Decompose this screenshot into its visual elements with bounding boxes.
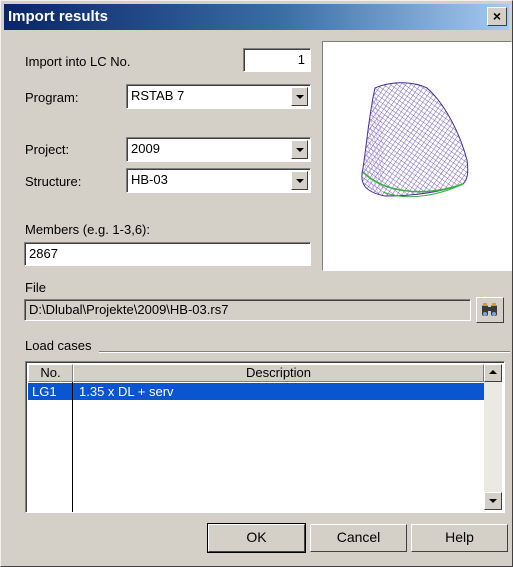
table-row[interactable]: LG1 1.35 x DL + serv [28,383,484,400]
members-label: Members (e.g. 1-3,6): [25,222,150,237]
binoculars-icon [482,303,497,316]
column-header-no[interactable]: No. [28,364,73,382]
members-input[interactable]: 2867 [24,242,311,266]
members-value: 2867 [29,246,58,261]
vertical-scrollbar[interactable] [484,364,502,510]
help-button[interactable]: Help [411,524,508,552]
scroll-up-icon[interactable] [484,364,502,382]
structure-select[interactable]: HB-03 [126,168,311,193]
column-divider [72,382,73,512]
scroll-down-icon[interactable] [484,492,502,510]
close-icon: × [492,8,502,24]
file-path-value: D:\Dlubal\Projekte\2009\HB-03.rs7 [29,302,229,317]
file-path-field: D:\Dlubal\Projekte\2009\HB-03.rs7 [24,299,471,321]
chevron-down-icon[interactable] [291,140,308,159]
window-title: Import results [8,8,109,25]
program-value: RSTAB 7 [131,88,185,103]
chevron-down-icon[interactable] [291,171,308,190]
load-cases-table[interactable]: No. Description LG1 1.35 x DL + serv [25,361,505,513]
import-into-lc-label: Import into LC No. [25,54,131,69]
project-label: Project: [25,142,70,157]
file-label: File [25,280,46,295]
column-header-description[interactable]: Description [73,364,484,382]
structure-mesh-image [361,82,469,198]
import-results-dialog: Import results × Import into LC No. 1 Pr… [0,0,513,567]
program-select[interactable]: RSTAB 7 [126,84,311,109]
ok-button[interactable]: OK [207,523,306,553]
program-label: Program: [25,90,79,105]
browse-file-button[interactable] [476,297,504,323]
structure-value: HB-03 [131,172,168,187]
load-cases-label: Load cases [25,338,92,353]
structure-preview [322,41,512,271]
lc-number-value: 1 [297,52,305,67]
structure-label: Structure: [25,174,82,189]
row-description: 1.35 x DL + serv [79,384,174,399]
cancel-button[interactable]: Cancel [310,524,407,552]
project-select[interactable]: 2009 [126,137,311,162]
project-value: 2009 [131,141,160,156]
title-bar[interactable]: Import results × [4,4,509,30]
chevron-down-icon[interactable] [291,87,308,106]
row-no: LG1 [32,384,57,399]
load-cases-divider [99,351,510,353]
close-button[interactable]: × [487,7,507,26]
lc-number-input[interactable]: 1 [243,48,311,72]
